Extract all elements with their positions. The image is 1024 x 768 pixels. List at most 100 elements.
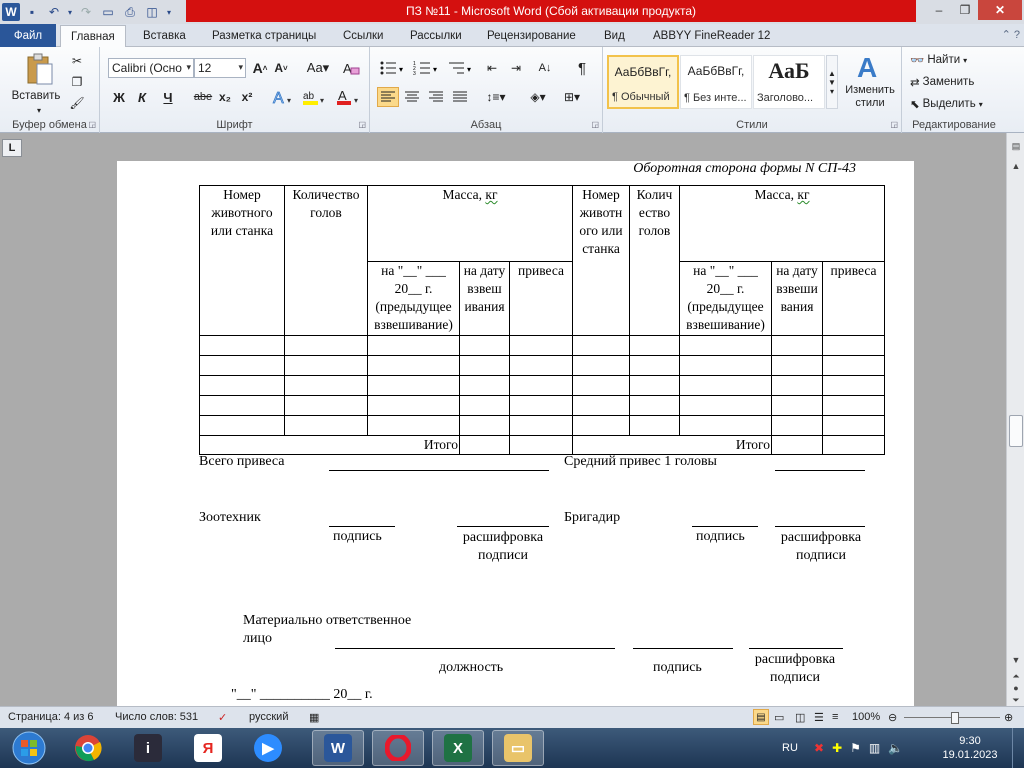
shrink-font-icon[interactable]: A ˅ bbox=[271, 58, 291, 78]
zoom-in-icon[interactable]: ⊕ bbox=[1004, 711, 1013, 724]
fullscreen-read-icon[interactable]: ▭ bbox=[774, 711, 784, 724]
zoom-level[interactable]: 100% bbox=[852, 711, 880, 723]
change-styles-button[interactable]: Изменить стили bbox=[841, 83, 899, 111]
redo-icon[interactable]: ↷ bbox=[76, 2, 96, 22]
more-icon[interactable]: ▾ bbox=[830, 87, 834, 96]
format-painter-icon[interactable]: 🖌 bbox=[68, 95, 86, 111]
align-right-icon[interactable] bbox=[425, 87, 447, 107]
decrease-indent-icon[interactable]: ⇤ bbox=[482, 58, 502, 78]
language[interactable]: русский bbox=[249, 711, 288, 723]
tab-references[interactable]: Ссылки bbox=[343, 25, 384, 47]
undo-icon[interactable]: ↶ bbox=[44, 2, 64, 22]
ribbon-minimize-help[interactable]: ⌃ ? bbox=[1002, 28, 1020, 41]
volume-icon[interactable]: 🔈 bbox=[888, 741, 903, 755]
paste-button[interactable]: Вставить bbox=[4, 89, 68, 103]
clipboard-launcher-icon[interactable]: ◲ bbox=[88, 120, 96, 129]
superscript-button[interactable]: x² bbox=[238, 87, 256, 107]
highlight-color-icon[interactable]: ab ▾ bbox=[300, 87, 328, 107]
sort-icon[interactable]: A↓ bbox=[534, 58, 556, 78]
styles-launcher-icon[interactable]: ◲ bbox=[890, 120, 898, 129]
page[interactable]: Оборотная сторона формы N СП-43 Номер жи… bbox=[117, 161, 914, 706]
justify-icon[interactable] bbox=[449, 87, 471, 107]
word-count[interactable]: Число слов: 531 bbox=[115, 711, 198, 723]
grow-font-icon[interactable]: A ˄ bbox=[250, 58, 270, 78]
text-effects-icon[interactable]: A ▾ bbox=[270, 87, 296, 107]
outline-icon[interactable]: ☰ bbox=[814, 711, 824, 724]
taskbar-opera[interactable] bbox=[372, 730, 424, 766]
scroll-up-icon[interactable]: ▲ bbox=[828, 69, 836, 78]
subscript-button[interactable]: x₂ bbox=[216, 87, 234, 107]
change-styles-icon[interactable]: A bbox=[841, 51, 897, 81]
flag-icon[interactable]: ⚑ bbox=[850, 741, 861, 755]
style-no-spacing[interactable]: АаБбВвГг, ¶ Без инте... bbox=[680, 55, 752, 109]
cut-icon[interactable]: ✂ bbox=[68, 53, 86, 69]
preview-icon[interactable]: ◫ bbox=[142, 2, 162, 22]
font-launcher-icon[interactable]: ◲ bbox=[358, 120, 366, 129]
page-count[interactable]: Страница: 4 из 6 bbox=[8, 711, 94, 723]
styles-scroll[interactable]: ▲ ▼ ▾ bbox=[826, 55, 838, 109]
print-layout-icon[interactable]: ▤ bbox=[753, 709, 769, 725]
tab-mailings[interactable]: Рассылки bbox=[410, 25, 462, 47]
tab-selector-button[interactable]: L bbox=[2, 139, 22, 157]
minimize-button[interactable]: – bbox=[926, 0, 952, 20]
input-language[interactable]: RU bbox=[782, 728, 798, 768]
zoom-slider-thumb[interactable] bbox=[951, 712, 959, 724]
italic-button[interactable]: К bbox=[133, 87, 151, 107]
tab-home[interactable]: Главная bbox=[60, 25, 126, 48]
select-button[interactable]: ⬉ Выделить ▾ bbox=[910, 97, 983, 111]
paste-icon[interactable] bbox=[20, 51, 60, 87]
paste-dropdown-icon[interactable]: ▾ bbox=[34, 105, 44, 115]
replace-button[interactable]: ⇄ Заменить bbox=[910, 75, 974, 89]
close-button[interactable]: ✕ bbox=[978, 0, 1022, 20]
network-icon[interactable]: ▥ bbox=[869, 741, 880, 755]
restore-button[interactable]: ❐ bbox=[952, 0, 978, 20]
next-page-icon[interactable]: ⏷ bbox=[1009, 693, 1023, 707]
tab-file[interactable]: Файл bbox=[0, 24, 56, 47]
multilevel-list-icon[interactable]: ▾ bbox=[446, 58, 476, 78]
paragraph-launcher-icon[interactable]: ◲ bbox=[591, 120, 599, 129]
increase-indent-icon[interactable]: ⇥ bbox=[506, 58, 526, 78]
numbering-icon[interactable]: 1 2 3 ▾ bbox=[412, 58, 442, 78]
tab-review[interactable]: Рецензирование bbox=[487, 25, 576, 47]
style-normal[interactable]: АаБбВвГг, ¶ Обычный bbox=[607, 55, 679, 109]
align-left-icon[interactable] bbox=[377, 87, 399, 107]
open-icon[interactable]: ▭ bbox=[98, 2, 118, 22]
bullets-icon[interactable]: ▾ bbox=[378, 58, 408, 78]
start-button[interactable] bbox=[2, 730, 56, 766]
tab-page-layout[interactable]: Разметка страницы bbox=[212, 25, 316, 47]
borders-icon[interactable]: ⊞▾ bbox=[558, 87, 586, 107]
taskbar-excel[interactable]: X bbox=[432, 730, 484, 766]
taskbar-explorer[interactable]: ▭ bbox=[492, 730, 544, 766]
save-icon[interactable]: ▪ bbox=[22, 2, 42, 22]
style-heading-1[interactable]: АаБ Заголово... bbox=[753, 55, 825, 109]
network-x-icon[interactable]: ✖ bbox=[814, 741, 824, 755]
taskbar-word[interactable]: W bbox=[312, 730, 364, 766]
change-case-icon[interactable]: Aa▾ bbox=[304, 58, 332, 78]
proofing-icon[interactable]: ✓ bbox=[218, 711, 227, 724]
line-spacing-icon[interactable]: ↕≡▾ bbox=[482, 87, 510, 107]
tab-insert[interactable]: Вставка bbox=[143, 25, 186, 47]
taskbar-yandex[interactable]: Я bbox=[182, 730, 234, 766]
copy-icon[interactable]: ❐ bbox=[68, 74, 86, 90]
dropdown-icon[interactable]: ▾ bbox=[66, 2, 74, 22]
zoom-out-icon[interactable]: ⊖ bbox=[888, 711, 897, 724]
vertical-scrollbar[interactable]: ▤ ▲ ▼ ⏶ ● ⏷ bbox=[1006, 133, 1024, 706]
font-color-icon[interactable]: A ▾ bbox=[334, 87, 362, 107]
align-center-icon[interactable] bbox=[401, 87, 423, 107]
show-marks-button[interactable]: ¶ bbox=[572, 58, 592, 78]
scroll-thumb[interactable] bbox=[1009, 415, 1023, 447]
font-name-combo[interactable]: Calibri (Осно ▾ bbox=[108, 58, 194, 78]
clear-formatting-icon[interactable]: A bbox=[340, 58, 362, 78]
taskbar-chrome[interactable] bbox=[62, 730, 114, 766]
tab-abbyy[interactable]: ABBYY FineReader 12 bbox=[653, 25, 770, 47]
show-desktop-button[interactable] bbox=[1012, 728, 1024, 768]
font-size-combo[interactable]: 12 ▾ bbox=[194, 58, 246, 78]
underline-button[interactable]: Ч bbox=[156, 87, 180, 107]
taskbar-zoom[interactable]: ▶ bbox=[242, 730, 294, 766]
scroll-down-icon[interactable]: ▼ bbox=[1009, 653, 1023, 667]
clock[interactable]: 9:30 19.01.2023 bbox=[940, 728, 1000, 768]
bold-button[interactable]: Ж bbox=[110, 87, 128, 107]
print-icon[interactable]: ⎙ bbox=[120, 2, 140, 22]
taskbar-app-i[interactable]: i bbox=[122, 730, 174, 766]
strikethrough-button[interactable]: abe bbox=[192, 87, 214, 107]
